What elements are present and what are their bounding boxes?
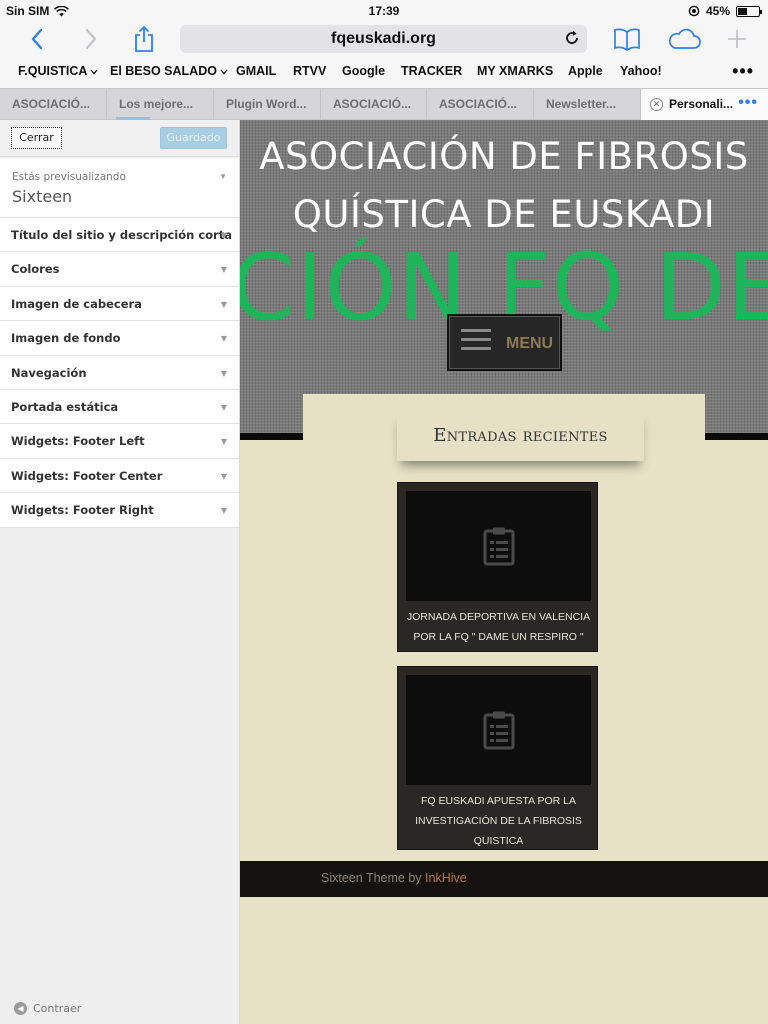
bookmark-folder[interactable]: F.QUISTICA [18,64,98,78]
section-header-image[interactable]: Imagen de cabecera ▼ [0,286,239,322]
caret-down-icon: ▼ [220,299,227,309]
close-tab-icon[interactable]: ✕ [650,98,663,111]
cloud-icon [668,28,701,49]
bookmarks-button[interactable] [610,24,644,54]
post-card[interactable]: JORNADA DEPORTIVA EN VALENCIA POR LA FQ … [397,482,598,652]
section-site-title[interactable]: Título del sitio y descripción corta ▼ [0,218,239,253]
tab[interactable]: Plugin Word... [214,89,321,120]
bookmark-folder[interactable]: El BESO SALADO [110,64,228,78]
battery-icon [736,5,762,17]
caret-down-icon: ▼ [220,437,227,447]
caret-down-icon: ▼ [220,471,227,481]
tab[interactable]: ASOCIACIÓ... [0,89,107,120]
hamburger-icon [461,329,491,356]
section-footer-center[interactable]: Widgets: Footer Center ▼ [0,458,239,494]
customizer-header: Cerrar Guardado [0,120,239,157]
close-button[interactable]: Cerrar [11,127,62,149]
new-tab-button[interactable] [722,24,752,54]
bookmark-link[interactable]: MY XMARKS [477,64,553,78]
post-card[interactable]: FQ EUSKADI APUESTA POR LA INVESTIGACIÓN … [397,666,598,850]
tab-bar: ASOCIACIÓ... Los mejore... Plugin Word..… [0,88,768,120]
tab-active[interactable]: ✕ Personali... ••• [641,89,768,120]
tab[interactable]: ASOCIACIÓ... [321,89,427,120]
collapse-button[interactable]: ◀ Contraer [14,1002,81,1015]
post-title[interactable]: FQ EUSKADI APUESTA POR LA INVESTIGACIÓN … [402,791,595,851]
theme-name: Sixteen [12,187,73,206]
back-button[interactable] [22,24,52,54]
url-text: fqeuskadi.org [331,30,436,47]
menu-label: MENU [506,335,554,352]
bookmark-link[interactable]: RTVV [293,64,326,78]
menu-button[interactable]: MENU [447,314,562,371]
customizer-sidebar: Cerrar Guardado Estás previsualizando Si… [0,120,240,1024]
address-bar[interactable]: fqeuskadi.org [180,25,587,53]
reload-icon[interactable] [563,29,581,47]
post-title[interactable]: JORNADA DEPORTIVA EN VALENCIA POR LA FQ … [402,607,595,647]
chevron-right-icon [85,28,97,50]
site-title[interactable]: ASOCIACIÓN DE FIBROSIS QUÍSTICA DE EUSKA… [240,128,768,244]
section-navigation[interactable]: Navegación ▼ [0,355,239,390]
cloud-tabs-button[interactable] [664,24,704,54]
tab[interactable]: ASOCIACIÓ... [427,89,534,120]
site-header: ASOCIACIÓN DE FIBROSIS QUÍSTICA DE EUSKA… [240,120,768,433]
footer-credit: Sixteen Theme by InkHive [321,871,467,885]
save-button[interactable]: Guardado [160,127,227,149]
caret-down-icon: ▼ [220,368,227,378]
preview-label: Estás previsualizando [12,171,126,183]
bookmark-link[interactable]: TRACKER [401,64,462,78]
browser-toolbar: fqeuskadi.org [0,22,768,58]
widget-heading: Entradas recientes [397,410,644,461]
bookmark-link[interactable]: Google [342,64,385,78]
section-background-image[interactable]: Imagen de fondo ▼ [0,321,239,356]
more-tabs-icon[interactable]: ••• [738,94,758,112]
caret-down-icon: ▼ [220,506,227,516]
status-bar: Sin SIM 17:39 45% [0,0,768,22]
clock: 17:39 [368,4,400,18]
caret-down-icon: ▼ [220,402,227,412]
site-preview: ASOCIACIÓN DE FIBROSIS QUÍSTICA DE EUSKA… [240,120,768,1024]
site-footer: Sixteen Theme by InkHive [240,861,768,897]
section-static-front-page[interactable]: Portada estática ▼ [0,389,239,425]
bookmark-link[interactable]: GMAIL [236,64,276,78]
battery-percent: 45% [705,4,730,18]
theme-info[interactable]: Estás previsualizando Sixteen ▼ [0,158,239,218]
clipboard-icon [483,527,514,566]
chevron-left-icon [31,28,43,50]
caret-down-icon: ▼ [220,265,227,275]
forward-button[interactable] [76,24,106,54]
battery-level [738,7,747,15]
rotation-lock-icon [688,5,700,17]
chevron-down-icon [90,69,98,75]
caret-down-icon: ▼ [220,334,227,344]
more-bookmarks-button[interactable]: ••• [732,61,754,82]
collapse-arrow-icon: ◀ [14,1002,27,1015]
share-icon [135,25,153,52]
customizer-sections: Título del sitio y descripción corta ▼ Co… [0,218,239,528]
section-colors[interactable]: Colores ▼ [0,252,239,287]
bookmark-link[interactable]: Apple [568,64,603,78]
footer-link[interactable]: InkHive [425,871,467,885]
section-footer-left[interactable]: Widgets: Footer Left ▼ [0,424,239,459]
clipboard-icon [483,711,514,750]
bookmarks-bar: F.QUISTICA El BESO SALADO GMAIL RTVV Goo… [0,58,768,88]
book-icon [614,28,640,51]
caret-down-icon: ▼ [220,231,227,240]
plus-icon [728,30,746,48]
chevron-down-icon [220,69,228,75]
post-thumbnail[interactable] [406,491,591,601]
tab[interactable]: Newsletter... [534,89,641,120]
caret-down-icon: ▼ [219,172,227,181]
section-footer-right[interactable]: Widgets: Footer Right ▼ [0,493,239,528]
post-thumbnail[interactable] [406,675,591,785]
bookmark-link[interactable]: Yahoo! [620,64,662,78]
share-button[interactable] [128,24,160,54]
widget-title: Entradas recientes [433,425,608,446]
tab[interactable]: Los mejore... [107,89,214,120]
